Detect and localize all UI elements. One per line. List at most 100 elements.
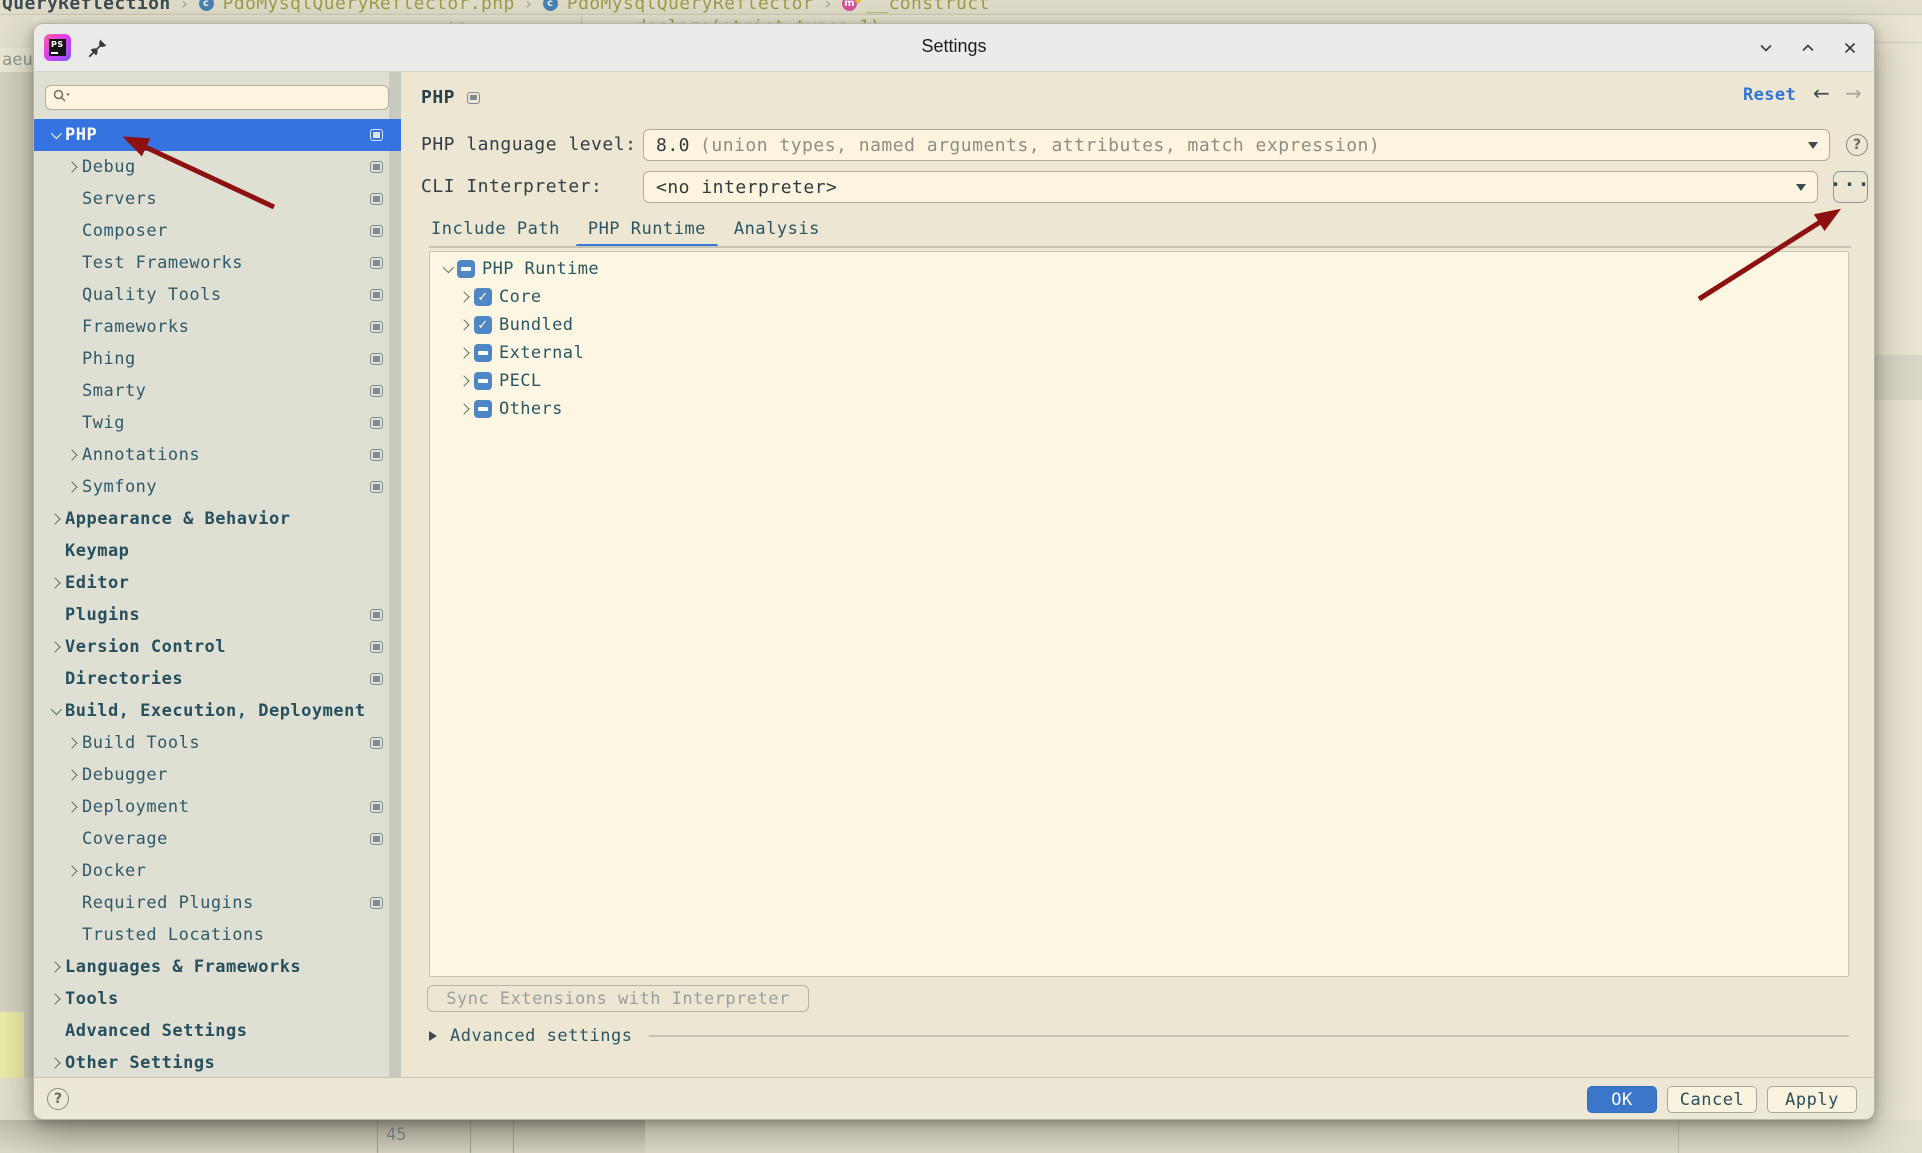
- runtime-tree-item-bundled[interactable]: ✓ Bundled: [430, 311, 1848, 339]
- sidebar-item-appearance-behavior[interactable]: Appearance & Behavior: [34, 503, 401, 535]
- chevron-slot: [46, 1023, 63, 1039]
- project-level-icon: [370, 289, 383, 301]
- chevron-right-icon[interactable]: [46, 511, 63, 527]
- chevron-right-icon[interactable]: [63, 159, 80, 175]
- chevron-right-icon[interactable]: [455, 317, 472, 333]
- chevron-right-icon[interactable]: [455, 401, 472, 417]
- chevron-right-icon[interactable]: [63, 735, 80, 751]
- chevron-right-icon[interactable]: [63, 863, 80, 879]
- method-icon: m: [842, 0, 862, 11]
- sidebar-item-trusted-locations[interactable]: Trusted Locations: [34, 919, 401, 951]
- sidebar-item-build-execution-deployment[interactable]: Build, Execution, Deployment: [34, 695, 401, 727]
- sidebar-item-tools[interactable]: Tools: [34, 983, 401, 1015]
- sidebar-item-frameworks[interactable]: Frameworks: [34, 311, 401, 343]
- chevron-right-icon[interactable]: [455, 373, 472, 389]
- chevron-up-icon[interactable]: [1800, 40, 1816, 56]
- sidebar-item-coverage[interactable]: Coverage: [34, 823, 401, 855]
- checkbox-partial[interactable]: [474, 400, 492, 418]
- chevron-slot: [46, 543, 63, 559]
- runtime-tree-item-external[interactable]: External: [430, 339, 1848, 367]
- chevron-down-icon[interactable]: [46, 127, 63, 143]
- breadcrumb-item-pdomysqlqueryreflector-php[interactable]: PdoMysqlQueryReflector.php: [223, 0, 515, 14]
- runtime-tree-item-others[interactable]: Others: [430, 395, 1848, 423]
- tab-analysis[interactable]: Analysis: [720, 213, 834, 246]
- chevron-slot: [63, 895, 80, 911]
- settings-tree: PHP Debug Servers Composer Test Frameworks Qu…: [34, 119, 401, 1079]
- chevron-down-icon[interactable]: [46, 703, 63, 719]
- chevron-right-icon[interactable]: [46, 639, 63, 655]
- sidebar-item-debugger[interactable]: Debugger: [34, 759, 401, 791]
- advanced-settings-expander[interactable]: Advanced settings: [429, 1023, 1849, 1049]
- close-icon[interactable]: [1842, 40, 1858, 56]
- sidebar-item-symfony[interactable]: Symfony: [34, 471, 401, 503]
- forward-arrow-icon[interactable]: →: [1845, 81, 1862, 105]
- runtime-tree-item-label: PHP Runtime: [482, 259, 599, 279]
- runtime-tree-item-core[interactable]: ✓ Core: [430, 283, 1848, 311]
- sidebar-item-editor[interactable]: Editor: [34, 567, 401, 599]
- cli-interpreter-select[interactable]: <no interpreter>: [643, 171, 1818, 203]
- chevron-right-icon[interactable]: [46, 1055, 63, 1071]
- ok-button[interactable]: OK: [1587, 1086, 1657, 1113]
- tab-php-runtime[interactable]: PHP Runtime: [574, 213, 720, 248]
- checkbox-partial[interactable]: [474, 344, 492, 362]
- sidebar-item-debug[interactable]: Debug: [34, 151, 401, 183]
- chevron-right-icon[interactable]: [63, 767, 80, 783]
- search-input[interactable]: [75, 88, 381, 107]
- class-icon: c: [542, 0, 558, 11]
- apply-button[interactable]: Apply: [1767, 1086, 1857, 1113]
- sidebar-item-quality-tools[interactable]: Quality Tools: [34, 279, 401, 311]
- sidebar-item-other-settings[interactable]: Other Settings: [34, 1047, 401, 1079]
- sidebar-item-advanced-settings[interactable]: Advanced Settings: [34, 1015, 401, 1047]
- checkbox-checked[interactable]: ✓: [474, 316, 492, 334]
- chevron-right-icon[interactable]: [63, 447, 80, 463]
- sidebar-item-keymap[interactable]: Keymap: [34, 535, 401, 567]
- chevron-right-icon[interactable]: [455, 289, 472, 305]
- sidebar-item-docker[interactable]: Docker: [34, 855, 401, 887]
- sidebar-item-deployment[interactable]: Deployment: [34, 791, 401, 823]
- sidebar-item-plugins[interactable]: Plugins: [34, 599, 401, 631]
- sidebar-item-smarty[interactable]: Smarty: [34, 375, 401, 407]
- back-arrow-icon[interactable]: ←: [1813, 81, 1830, 105]
- chevron-right-icon[interactable]: [46, 575, 63, 591]
- breadcrumb-item-construct[interactable]: __construct: [866, 0, 990, 14]
- tab-include-path[interactable]: Include Path: [417, 213, 574, 246]
- settings-dialog: PS Settings PHP Debug Servers Composer T…: [33, 23, 1875, 1120]
- sidebar-item-version-control[interactable]: Version Control: [34, 631, 401, 663]
- sidebar-item-twig[interactable]: Twig: [34, 407, 401, 439]
- cancel-button[interactable]: Cancel: [1667, 1086, 1757, 1113]
- runtime-tree-item-php-runtime[interactable]: PHP Runtime: [430, 255, 1848, 283]
- breadcrumb-item-queryreflection[interactable]: QueryReflection: [2, 0, 171, 14]
- sidebar-item-required-plugins[interactable]: Required Plugins: [34, 887, 401, 919]
- chevron-down-icon[interactable]: [1758, 40, 1774, 56]
- breadcrumb-item-pdomysqlqueryreflector[interactable]: PdoMysqlQueryReflector: [567, 0, 814, 14]
- language-level-description: (union types, named arguments, attribute…: [700, 134, 1381, 156]
- cli-interpreter-browse-button[interactable]: ...: [1829, 169, 1870, 203]
- chevron-right-icon[interactable]: [46, 991, 63, 1007]
- help-button[interactable]: ?: [47, 1088, 69, 1110]
- sidebar-item-servers[interactable]: Servers: [34, 183, 401, 215]
- sidebar-item-php[interactable]: PHP: [34, 119, 401, 151]
- checkbox-checked[interactable]: ✓: [474, 288, 492, 306]
- reset-link[interactable]: Reset: [1743, 85, 1796, 105]
- sidebar-item-label: Debug: [82, 157, 136, 177]
- sidebar-item-languages-frameworks[interactable]: Languages & Frameworks: [34, 951, 401, 983]
- chevron-right-icon[interactable]: [63, 479, 80, 495]
- sidebar-item-annotations[interactable]: Annotations: [34, 439, 401, 471]
- chevron-right-icon[interactable]: [455, 345, 472, 361]
- settings-search[interactable]: [45, 85, 389, 110]
- checkbox-partial[interactable]: [457, 260, 475, 278]
- sidebar-item-test-frameworks[interactable]: Test Frameworks: [34, 247, 401, 279]
- help-icon[interactable]: ?: [1846, 134, 1868, 156]
- runtime-tree-item-pecl[interactable]: PECL: [430, 367, 1848, 395]
- php-language-level-select[interactable]: 8.0 (union types, named arguments, attri…: [643, 129, 1830, 161]
- chevron-down-icon[interactable]: [438, 261, 455, 277]
- sync-extensions-button[interactable]: Sync Extensions with Interpreter: [427, 985, 809, 1012]
- chevron-right-icon[interactable]: [46, 959, 63, 975]
- sidebar-item-phing[interactable]: Phing: [34, 343, 401, 375]
- chevron-right-icon[interactable]: [63, 799, 80, 815]
- sidebar-item-build-tools[interactable]: Build Tools: [34, 727, 401, 759]
- sidebar-item-composer[interactable]: Composer: [34, 215, 401, 247]
- sidebar-item-directories[interactable]: Directories: [34, 663, 401, 695]
- expander-triangle-icon: [429, 1031, 437, 1041]
- checkbox-partial[interactable]: [474, 372, 492, 390]
